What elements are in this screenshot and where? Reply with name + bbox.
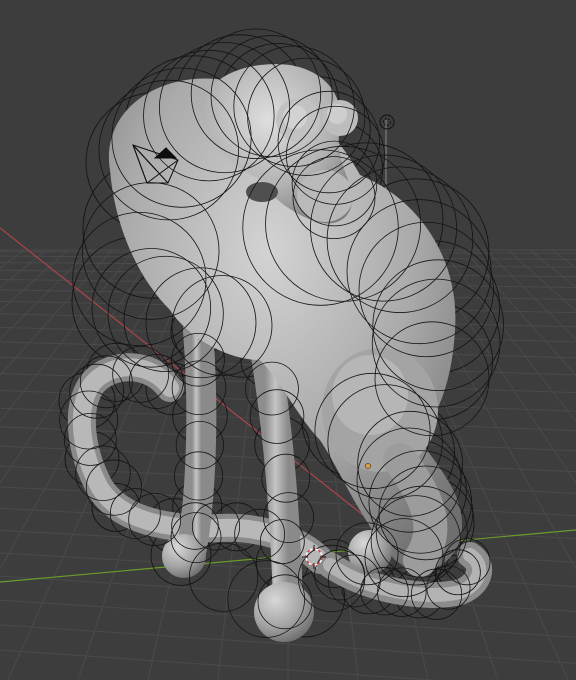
object-origin-marker (365, 463, 371, 469)
left-ear-highlight (283, 105, 307, 129)
viewport-canvas[interactable] (0, 0, 576, 680)
neck-shadow (246, 182, 278, 202)
left-front-foot (162, 534, 206, 578)
3d-viewport[interactable] (0, 0, 576, 680)
